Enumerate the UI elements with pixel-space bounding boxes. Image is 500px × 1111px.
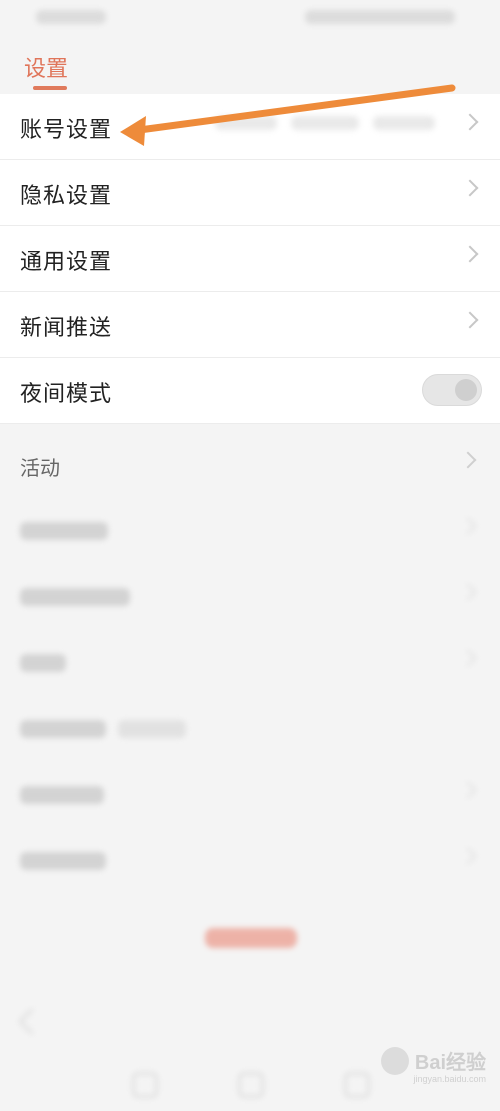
chevron-right-icon [459, 451, 477, 469]
row-blurred-4[interactable] [0, 696, 500, 762]
blurred-label [20, 522, 108, 540]
row-blurred-3[interactable] [0, 630, 500, 696]
row-activity[interactable]: 活动 [0, 432, 500, 498]
row-privacy-settings[interactable]: 隐私设置 [0, 160, 500, 226]
blurred-label [20, 786, 104, 804]
row-general-settings[interactable]: 通用设置 [0, 226, 500, 292]
chevron-right-icon [461, 179, 479, 197]
row-blurred-6[interactable] [0, 828, 500, 894]
row-blurred-2[interactable] [0, 564, 500, 630]
chevron-right-icon [459, 847, 477, 865]
row-label: 账号设置 [20, 118, 113, 143]
row-hint [215, 116, 435, 130]
page-title: 设置 [24, 57, 69, 82]
nav-icon-1[interactable] [132, 1072, 158, 1098]
back-icon[interactable] [18, 1008, 45, 1035]
row-blurred-1[interactable] [0, 498, 500, 564]
status-right [305, 10, 455, 24]
row-label: 新闻推送 [20, 316, 113, 341]
blurred-hint [118, 720, 186, 738]
watermark-url: jingyan.baidu.com [413, 1074, 486, 1084]
chevron-right-icon [459, 781, 477, 799]
watermark-text: Bai经验 [414, 1052, 486, 1074]
toggle-knob [455, 379, 477, 401]
row-label: 通用设置 [20, 250, 113, 275]
chevron-right-icon [461, 311, 479, 329]
status-bar [0, 0, 500, 36]
row-label: 夜间模式 [20, 382, 113, 407]
logout-button[interactable] [205, 928, 297, 948]
blurred-label [20, 654, 66, 672]
status-left [36, 10, 106, 24]
chevron-right-icon [461, 245, 479, 263]
nav-icon-2[interactable] [238, 1072, 264, 1098]
chevron-right-icon [461, 113, 479, 131]
baidu-jingyan-watermark: Bai经验 jingyan.baidu.com [380, 1046, 486, 1084]
nav-icon-3[interactable] [344, 1072, 370, 1098]
blurred-label [20, 852, 106, 870]
title-underline [33, 86, 67, 90]
row-label: 隐私设置 [20, 184, 113, 209]
blurred-label [20, 720, 106, 738]
night-mode-toggle[interactable] [422, 374, 482, 406]
row-news-push[interactable]: 新闻推送 [0, 292, 500, 358]
chevron-right-icon [459, 583, 477, 601]
row-blurred-5[interactable] [0, 762, 500, 828]
blurred-label [20, 588, 130, 606]
paw-logo-icon [380, 1046, 409, 1075]
chevron-right-icon [459, 649, 477, 667]
row-night-mode[interactable]: 夜间模式 [0, 358, 500, 424]
chevron-right-icon [459, 517, 477, 535]
settings-header: 设置 [0, 36, 500, 92]
row-account-settings[interactable]: 账号设置 [0, 94, 500, 160]
row-label: 活动 [20, 456, 60, 480]
